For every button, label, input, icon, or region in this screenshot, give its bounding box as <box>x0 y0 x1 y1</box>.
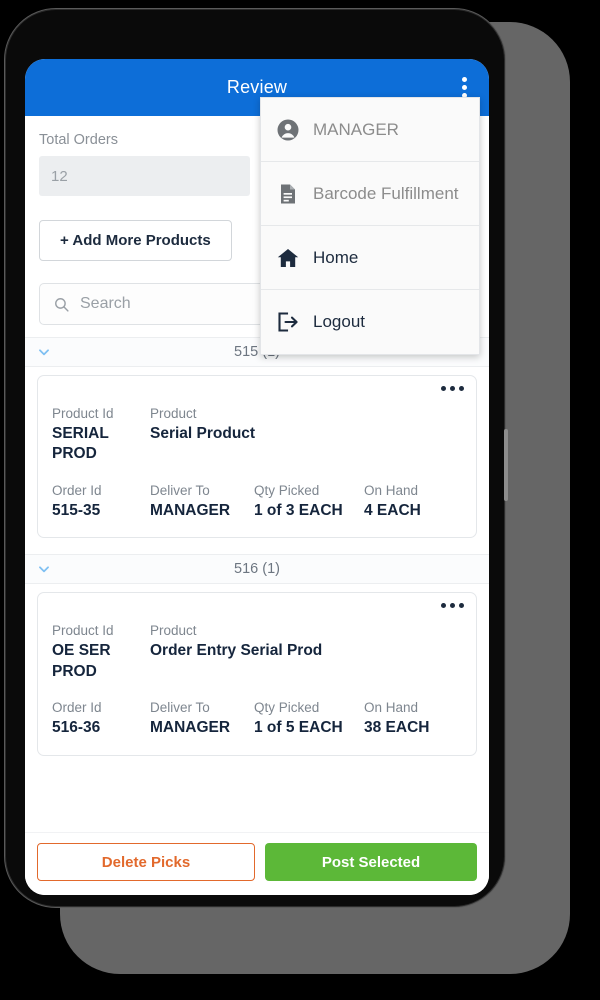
phone-device-frame: Review Total Orders 12 Lines Picked <box>4 8 508 908</box>
field-label: On Hand <box>364 700 419 716</box>
field-value: 515-35 <box>52 501 101 519</box>
card-wrapper: Product Id OE SER PROD Product Order Ent… <box>25 584 489 759</box>
field-deliver-to: Deliver To MANAGER <box>150 700 254 738</box>
menu-item-label: Barcode Fulfillment <box>313 183 459 203</box>
more-dot <box>441 603 446 609</box>
menu-item-logout[interactable]: Logout <box>261 290 479 354</box>
field-value: MANAGER <box>150 719 231 737</box>
field-product-id: Product Id OE SER PROD <box>52 623 150 682</box>
more-horizontal-icon[interactable] <box>441 386 464 391</box>
more-dot <box>450 386 455 391</box>
card-row-product: Product Id OE SER PROD Product Order Ent… <box>52 623 462 682</box>
field-label: On Hand <box>364 482 419 498</box>
more-horizontal-icon[interactable] <box>441 603 464 609</box>
field-value: MANAGER <box>150 501 231 519</box>
field-deliver-to: Deliver To MANAGER <box>150 483 254 521</box>
stat-value-field: 12 <box>39 156 250 196</box>
home-icon <box>277 248 299 267</box>
stat-label: Total Orders <box>39 132 118 148</box>
chevron-down-icon[interactable] <box>37 345 51 359</box>
field-value: SERIAL PROD <box>52 425 109 463</box>
menu-item-label: Home <box>313 247 359 267</box>
overflow-dropdown-menu: MANAGER Barcode Fulfillment Home Logout <box>260 97 480 355</box>
field-value: 4 EACH <box>364 501 421 519</box>
field-value: Order Entry Serial Prod <box>150 642 323 660</box>
field-label: Product <box>150 406 197 421</box>
card-row-order: Order Id 515-35 Deliver To MANAGER Qty P… <box>52 483 462 521</box>
kebab-dot <box>461 85 467 90</box>
field-value: 38 EACH <box>364 719 430 737</box>
more-dot <box>450 603 455 609</box>
delete-picks-button[interactable]: Delete Picks <box>37 843 255 881</box>
more-dot <box>459 603 464 609</box>
more-dot <box>459 386 464 391</box>
group-header-516[interactable]: 516 (1) <box>25 554 489 585</box>
field-label: Qty Picked <box>254 482 320 498</box>
chevron-down-icon[interactable] <box>37 562 51 576</box>
field-order-id: Order Id 515-35 <box>52 483 150 521</box>
menu-item-home[interactable]: Home <box>261 226 479 290</box>
menu-item-barcode-fulfillment[interactable]: Barcode Fulfillment <box>261 162 479 226</box>
screenshot-stage: Review Total Orders 12 Lines Picked <box>0 0 600 1000</box>
menu-item-label: Logout <box>313 312 365 331</box>
field-product: Product Serial Product <box>150 406 462 465</box>
field-label: Product Id <box>52 406 114 421</box>
post-selected-button[interactable]: Post Selected <box>265 843 477 881</box>
bottom-action-bar: Delete Picks Post Selected <box>25 832 489 895</box>
field-product: Product Order Entry Serial Prod <box>150 623 462 682</box>
field-label: Order Id <box>52 700 102 716</box>
document-icon <box>281 184 295 203</box>
field-label: Product Id <box>52 623 114 639</box>
field-label: Deliver To <box>150 700 210 716</box>
search-icon <box>55 297 69 312</box>
field-label: Order Id <box>52 482 102 498</box>
add-more-products-button[interactable]: + Add More Products <box>39 220 232 261</box>
more-dot <box>441 386 446 391</box>
stat-total-orders: Total Orders 12 <box>39 132 250 196</box>
kebab-dot <box>461 77 467 82</box>
field-qty-picked: Qty Picked 1 of 3 EACH <box>254 483 364 521</box>
menu-item-label: MANAGER <box>313 119 399 139</box>
field-product-id: Product Id SERIAL PROD <box>52 406 150 465</box>
field-value: Serial Product <box>150 425 256 442</box>
field-label: Deliver To <box>150 482 210 498</box>
field-qty-picked: Qty Picked 1 of 5 EACH <box>254 700 364 738</box>
field-on-hand: On Hand 38 EACH <box>364 700 462 738</box>
field-label: Qty Picked <box>254 700 320 716</box>
card-wrapper: Product Id SERIAL PROD Product Serial Pr… <box>25 367 489 542</box>
group-title: 516 (1) <box>234 561 280 578</box>
field-label: Product <box>150 623 197 639</box>
app-screen: Review Total Orders 12 Lines Picked <box>25 59 489 895</box>
field-value: 516-36 <box>52 719 101 737</box>
phone-side-button[interactable] <box>504 429 508 501</box>
menu-item-manager[interactable]: MANAGER <box>261 98 479 162</box>
field-order-id: Order Id 516-36 <box>52 700 150 738</box>
pick-line-card[interactable]: Product Id OE SER PROD Product Order Ent… <box>37 592 477 756</box>
pick-line-card[interactable]: Product Id SERIAL PROD Product Serial Pr… <box>37 375 477 539</box>
field-on-hand: On Hand 4 EACH <box>364 483 462 521</box>
logout-icon <box>278 312 298 332</box>
field-value: 1 of 5 EACH <box>254 719 343 737</box>
card-row-product: Product Id SERIAL PROD Product Serial Pr… <box>52 406 462 465</box>
user-account-icon <box>277 119 299 140</box>
field-value: OE SER PROD <box>52 642 111 680</box>
field-value: 1 of 3 EACH <box>254 501 343 519</box>
card-row-order: Order Id 516-36 Deliver To MANAGER Qty P… <box>52 700 462 738</box>
page-title: Review <box>226 77 288 97</box>
